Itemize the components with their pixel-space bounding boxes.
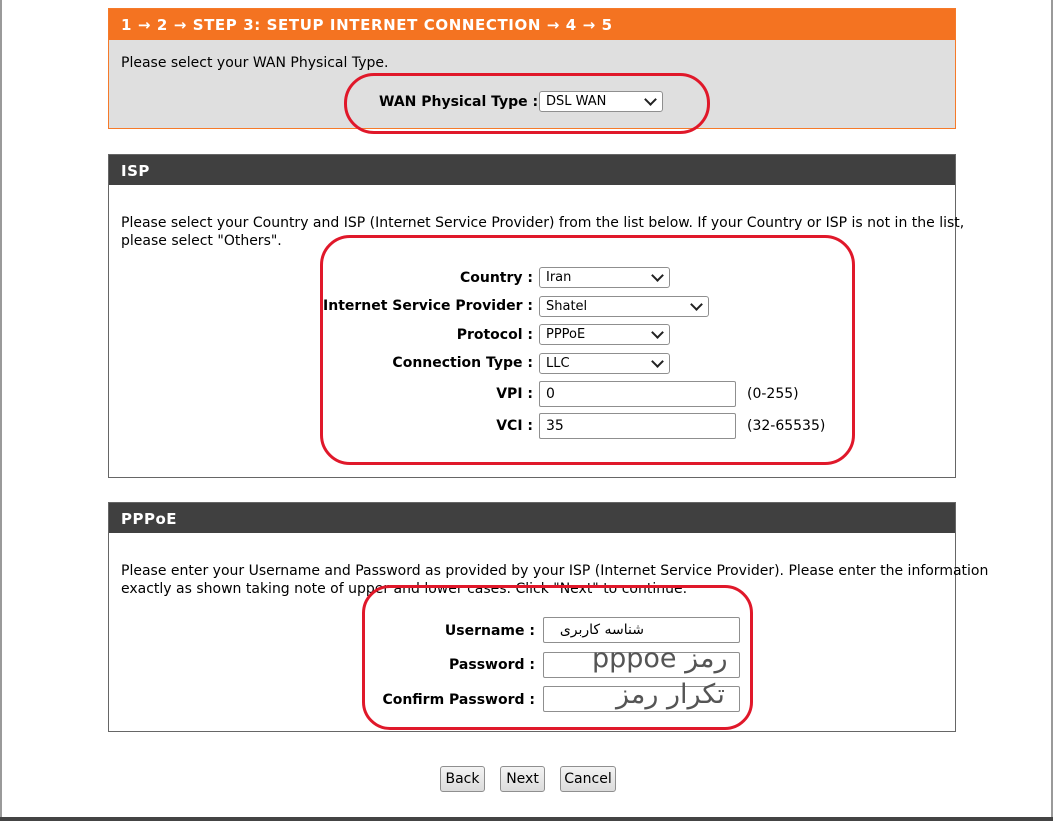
username-input[interactable]: شناسه کاربری <box>543 617 740 643</box>
username-label: Username : <box>444 623 535 639</box>
page-left-edge <box>0 0 2 821</box>
isp-section-title: ISP <box>109 155 955 185</box>
wan-physical-type-value: DSL WAN <box>546 94 607 109</box>
wan-physical-type-label: WAN Physical Type : <box>379 94 539 110</box>
protocol-label: Protocol : <box>456 327 533 343</box>
connection-type-value: LLC <box>546 356 570 371</box>
confirm-password-annotation-text: تکرار رمز <box>616 679 725 710</box>
protocol-select[interactable]: PPPoE <box>539 324 670 345</box>
wan-instruction: Please select your WAN Physical Type. <box>121 55 389 71</box>
country-value: Iran <box>546 270 572 285</box>
vci-label: VCI : <box>496 418 533 434</box>
chevron-down-icon <box>651 269 664 282</box>
isp-instruction-line1: Please select your Country and ISP (Inte… <box>121 215 965 231</box>
connection-type-select[interactable]: LLC <box>539 353 670 374</box>
vpi-range: (0-255) <box>747 386 799 402</box>
page-bottom-bar <box>0 817 1053 821</box>
country-select[interactable]: Iran <box>539 267 670 288</box>
vpi-input[interactable]: 0 <box>539 381 736 407</box>
wan-physical-type-select[interactable]: DSL WAN <box>539 91 663 112</box>
isp-provider-select[interactable]: Shatel <box>539 296 709 317</box>
protocol-value: PPPoE <box>546 327 586 342</box>
pppoe-instruction-line1: Please enter your Username and Password … <box>121 563 989 579</box>
pppoe-instruction-line2: exactly as shown taking note of upper an… <box>121 581 688 597</box>
next-button[interactable]: Next <box>500 766 545 792</box>
confirm-password-label: Confirm Password : <box>382 692 535 708</box>
step-header: 1 → 2 → STEP 3: SETUP INTERNET CONNECTIO… <box>109 9 955 40</box>
chevron-down-icon <box>644 93 657 106</box>
password-label: Password : <box>449 657 535 673</box>
isp-provider-label: Internet Service Provider : <box>323 298 533 314</box>
vci-input[interactable]: 35 <box>539 413 736 439</box>
isp-provider-value: Shatel <box>546 299 588 314</box>
pppoe-section-title: PPPoE <box>109 503 955 533</box>
cancel-button[interactable]: Cancel <box>560 766 616 792</box>
country-label: Country : <box>459 270 533 286</box>
chevron-down-icon <box>651 326 664 339</box>
connection-type-label: Connection Type : <box>392 355 533 371</box>
back-button[interactable]: Back <box>440 766 485 792</box>
vpi-label: VPI : <box>496 386 533 402</box>
password-annotation-text: رمز pppoe <box>592 643 728 674</box>
isp-instruction-line2: please select "Others". <box>121 233 282 249</box>
chevron-down-icon <box>690 298 703 311</box>
vci-range: (32-65535) <box>747 418 826 434</box>
chevron-down-icon <box>651 355 664 368</box>
